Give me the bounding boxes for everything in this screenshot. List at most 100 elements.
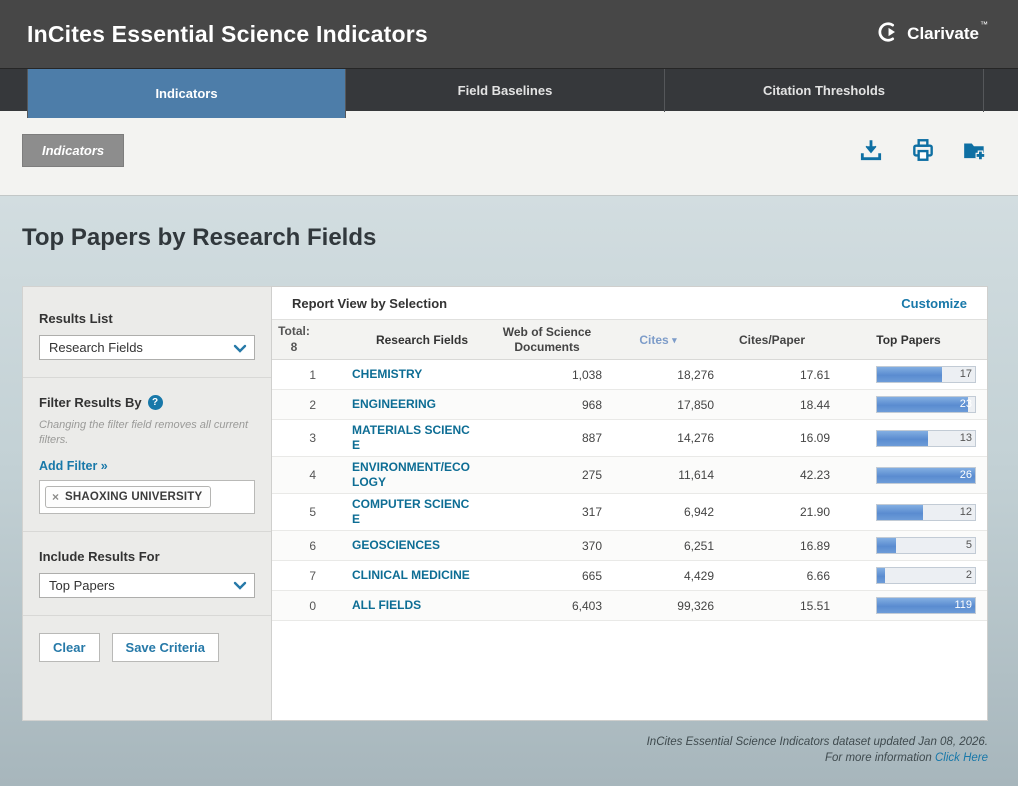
row-cites-per-paper: 17.61 [714,368,830,382]
row-cites-per-paper: 18.44 [714,398,830,412]
row-documents: 887 [492,431,602,445]
add-folder-icon[interactable] [962,137,988,163]
research-field-link[interactable]: ENGINEERING [352,397,436,412]
top-papers-bar: 119 [876,597,976,614]
research-field-link[interactable]: ENVIRONMENT/ECOLOGY [352,460,477,490]
row-cites-per-paper: 15.51 [714,599,830,613]
research-field-link[interactable]: GEOSCIENCES [352,538,440,553]
table-row: 3 MATERIALS SCIENCE 887 14,276 16.09 13 [272,420,987,457]
table-row: 4 ENVIRONMENT/ECOLOGY 275 11,614 42.23 2… [272,457,987,494]
row-documents: 6,403 [492,599,602,613]
app-header: InCites Essential Science Indicators Cla… [0,0,1018,68]
top-papers-value: 13 [960,432,972,444]
row-documents: 317 [492,505,602,519]
report-table-panel: Report View by Selection Customize Total… [271,286,988,721]
clarivate-logo: Clarivate™ [878,21,988,48]
column-top-papers[interactable]: Top Papers [830,333,987,347]
row-cites: 11,614 [602,468,714,482]
row-rank: 2 [272,398,316,412]
chevron-down-icon [232,577,248,593]
breadcrumb-indicators-button[interactable]: Indicators [22,134,124,167]
toolstrip: Indicators [0,111,1018,196]
research-field-link[interactable]: COMPUTER SCIENCE [352,497,477,527]
research-field-link[interactable]: ALL FIELDS [352,598,421,613]
top-papers-bar: 2 [876,567,976,584]
column-cites-sorted[interactable]: Cites ▾ [602,333,714,347]
row-rank: 3 [272,431,316,445]
tab-field-baselines-label: Field Baselines [458,83,553,98]
table-header-row: Total: 8 Research Fields Web of Science … [272,320,987,360]
table-row: 1 CHEMISTRY 1,038 18,276 17.61 17 [272,360,987,390]
top-papers-value: 12 [960,506,972,518]
filter-chip[interactable]: × SHAOXING UNIVERSITY [45,486,211,508]
table-row: 2 ENGINEERING 968 17,850 18.44 23 [272,390,987,420]
table-title: Report View by Selection [292,296,447,311]
column-wos-documents[interactable]: Web of Science Documents [492,325,602,355]
print-icon[interactable] [910,137,936,163]
row-cites: 6,942 [602,505,714,519]
tab-citation-thresholds-label: Citation Thresholds [763,83,885,98]
tab-indicators[interactable]: Indicators [27,69,346,118]
clear-button[interactable]: Clear [39,633,100,662]
column-research-fields[interactable]: Research Fields [316,333,492,347]
results-list-label: Results List [39,311,255,326]
click-here-link[interactable]: Click Here [935,752,988,764]
row-cites: 18,276 [602,368,714,382]
add-filter-link[interactable]: Add Filter » [39,459,108,473]
chip-close-icon[interactable]: × [52,490,59,504]
filters-sidebar: Results List Research Fields Filter Resu… [22,286,271,721]
top-papers-bar: 5 [876,537,976,554]
customize-link[interactable]: Customize [901,296,967,311]
save-criteria-button[interactable]: Save Criteria [112,633,220,662]
research-field-link[interactable]: CLINICAL MEDICINE [352,568,470,583]
top-papers-bar: 12 [876,504,976,521]
row-cites-per-paper: 42.23 [714,468,830,482]
download-icon[interactable] [858,137,884,163]
research-field-link[interactable]: CHEMISTRY [352,367,422,382]
table-row: 5 COMPUTER SCIENCE 317 6,942 21.90 12 [272,494,987,531]
help-icon[interactable]: ? [148,395,163,410]
dataset-updated-text: InCites Essential Science Indicators dat… [647,735,988,751]
tab-citation-thresholds[interactable]: Citation Thresholds [665,69,984,112]
top-papers-value: 17 [960,368,972,380]
table-row: 7 CLINICAL MEDICINE 665 4,429 6.66 2 [272,561,987,591]
include-results-select[interactable]: Top Papers [39,573,255,598]
top-papers-value: 119 [954,599,972,611]
table-row: 6 GEOSCIENCES 370 6,251 16.89 5 [272,531,987,561]
tab-indicators-label: Indicators [155,86,217,101]
top-papers-bar-fill [877,505,923,520]
top-papers-value: 2 [966,569,972,581]
row-cites: 17,850 [602,398,714,412]
tab-field-baselines[interactable]: Field Baselines [346,69,665,112]
row-cites-per-paper: 16.09 [714,431,830,445]
clarivate-icon [878,21,900,48]
table-empty-space [272,621,987,720]
toolbar-icons [858,137,988,163]
app-title: InCites Essential Science Indicators [27,21,428,48]
top-papers-bar-fill [877,568,885,583]
dataset-footnote: InCites Essential Science Indicators dat… [647,735,988,766]
research-field-link[interactable]: MATERIALS SCIENCE [352,423,477,453]
row-documents: 968 [492,398,602,412]
row-cites: 4,429 [602,569,714,583]
filter-chip-box: × SHAOXING UNIVERSITY [39,480,255,514]
column-cites-per-paper[interactable]: Cites/Paper [714,333,830,347]
top-papers-bar-fill [877,431,928,446]
sort-desc-icon: ▾ [672,335,677,345]
more-info-text: For more information [825,752,935,764]
top-papers-bar: 13 [876,430,976,447]
brand-name: Clarivate [907,24,979,43]
table-body: 1 CHEMISTRY 1,038 18,276 17.61 17 2 ENGI… [272,360,987,621]
row-cites: 14,276 [602,431,714,445]
divider [23,377,271,378]
filter-help-text: Changing the filter field removes all cu… [39,418,255,448]
main-content: Top Papers by Research Fields Results Li… [0,196,1018,786]
filter-results-label: Filter Results By [39,395,142,410]
main-tabbar: Indicators Field Baselines Citation Thre… [0,68,1018,111]
row-documents: 665 [492,569,602,583]
top-papers-bar: 17 [876,366,976,383]
row-cites: 6,251 [602,539,714,553]
results-list-value: Research Fields [49,340,143,355]
table-row: 0 ALL FIELDS 6,403 99,326 15.51 119 [272,591,987,621]
results-list-select[interactable]: Research Fields [39,335,255,360]
